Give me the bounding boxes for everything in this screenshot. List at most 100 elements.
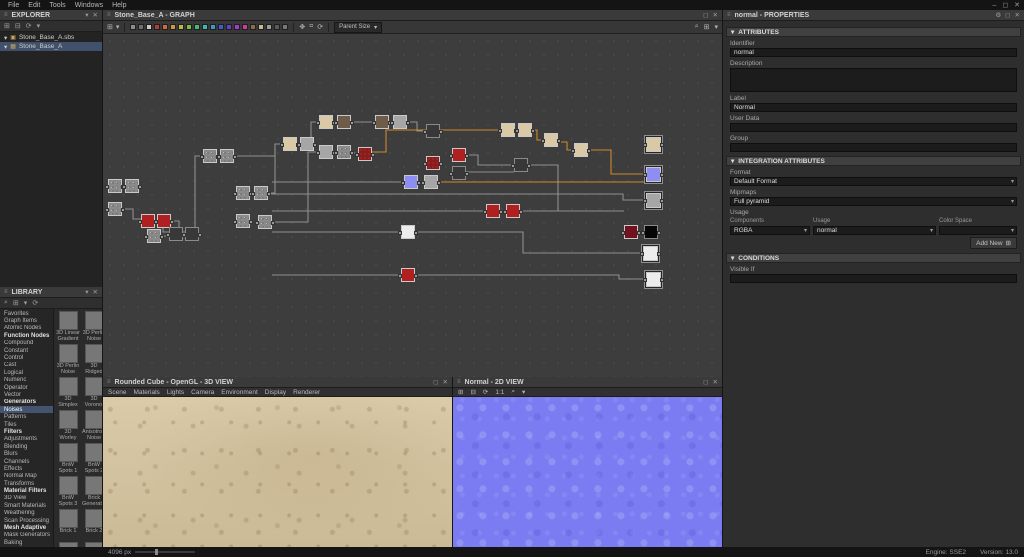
atomic-node-shortcut[interactable] (178, 24, 185, 30)
graph-node[interactable] (217, 149, 237, 163)
library-category[interactable]: Function Nodes (0, 332, 53, 339)
library-category[interactable]: Blurs (0, 450, 53, 457)
library-category[interactable]: Logical (0, 369, 53, 376)
atomic-node-shortcut[interactable] (146, 24, 153, 30)
graph-node[interactable] (105, 202, 125, 216)
library-thumbnail[interactable]: BnW Spots 3 (56, 476, 80, 507)
library-thumbnail[interactable]: 3D Worley Noise (56, 410, 80, 441)
view-3d-menu-item[interactable]: Lights (167, 389, 184, 396)
graph-node[interactable] (138, 214, 158, 228)
menu-item[interactable]: Help (112, 2, 126, 9)
atomic-node-shortcut[interactable] (274, 24, 281, 30)
library-category[interactable]: Weathering (0, 510, 53, 517)
atomic-node-shortcut[interactable] (266, 24, 273, 30)
view-2d-tool-icon[interactable]: ⊞ (458, 388, 463, 396)
library-category[interactable]: Vector (0, 391, 53, 398)
library-category[interactable]: Transforms (0, 480, 53, 487)
library-thumbnail[interactable]: 3D Voronoi (82, 377, 102, 408)
graph-view-icon[interactable]: ⌕ (695, 23, 699, 31)
graph-node[interactable] (233, 214, 253, 228)
graph-node[interactable] (571, 143, 591, 157)
library-category[interactable]: Favorites (0, 310, 53, 317)
explorer-tool-icon[interactable]: ⟳ (26, 22, 32, 30)
atomic-node-shortcut[interactable] (226, 24, 233, 30)
library-tool-icon[interactable]: ⊞ (13, 299, 19, 307)
library-category[interactable]: Material Filters (0, 487, 53, 494)
library-category[interactable]: Graph Items (0, 317, 53, 324)
graph-node[interactable] (643, 137, 664, 152)
graph-node[interactable] (643, 167, 664, 182)
atomic-node-shortcut[interactable] (138, 24, 145, 30)
graph-node[interactable] (334, 115, 354, 129)
expand-caret-icon[interactable]: ▾ (4, 43, 7, 51)
library-category[interactable]: Generators (0, 399, 53, 406)
library-thumbnail[interactable]: Brick Generator (82, 476, 102, 507)
graph-view-icon[interactable]: ▾ (714, 23, 718, 31)
graph-node[interactable] (483, 204, 503, 218)
tree-item[interactable]: ▾ ▣ Stone_Base_A.sbs (0, 33, 102, 42)
graph-node[interactable] (503, 204, 523, 218)
graph-node[interactable] (251, 186, 271, 200)
graph-node[interactable] (643, 272, 664, 287)
close-icon[interactable]: ✕ (443, 378, 448, 386)
graph-tool-icon[interactable]: ✥ (299, 23, 305, 31)
library-category[interactable]: Normal Map (0, 473, 53, 480)
menu-item[interactable]: Windows (75, 2, 103, 9)
atomic-node-shortcut[interactable] (242, 24, 249, 30)
atomic-node-shortcut[interactable] (234, 24, 241, 30)
atomic-node-shortcut[interactable] (210, 24, 217, 30)
graph-tool-icon[interactable]: ⟳ (317, 23, 323, 31)
graph-node[interactable] (423, 124, 443, 138)
atomic-node-shortcut[interactable] (194, 24, 201, 30)
library-thumbnail[interactable]: BnW Spots 2 (82, 443, 102, 474)
library-thumbnail[interactable]: 3D Perlin Noise (82, 311, 102, 342)
close-icon[interactable]: ✕ (93, 11, 98, 19)
close-icon[interactable]: ✕ (713, 11, 718, 19)
view-3d-menu-item[interactable]: Camera (191, 389, 214, 396)
view-3d-menu-item[interactable]: Environment (221, 389, 258, 396)
library-thumbnail[interactable]: Brick 2 (82, 509, 102, 540)
view-3d-menu-item[interactable]: Materials (133, 389, 159, 396)
view-2d-viewport[interactable] (453, 397, 722, 547)
library-category[interactable]: Control (0, 354, 53, 361)
graph-node[interactable] (316, 115, 336, 129)
close-icon[interactable]: ✕ (713, 378, 718, 386)
library-tool-icon[interactable]: ⟳ (32, 299, 38, 307)
atomic-node-shortcut[interactable] (250, 24, 257, 30)
graph-node[interactable] (144, 229, 164, 243)
graph-node[interactable] (449, 148, 469, 162)
library-category[interactable]: Compound (0, 340, 53, 347)
close-icon[interactable]: ✕ (93, 288, 98, 296)
window-control-button[interactable]: – (992, 2, 996, 9)
explorer-tool-icon[interactable]: ⊞ (4, 22, 10, 30)
usage-colorspace-select[interactable] (939, 226, 1017, 235)
atomic-node-shortcut[interactable] (282, 24, 289, 30)
graph-node[interactable] (621, 225, 641, 239)
library-category[interactable]: Adjustments (0, 436, 53, 443)
property-value-field[interactable]: Full pyramid (730, 197, 1017, 206)
library-category[interactable]: Tiles (0, 421, 53, 428)
library-category[interactable]: Patterns (0, 413, 53, 420)
atomic-node-shortcut[interactable] (170, 24, 177, 30)
atomic-node-shortcut[interactable] (258, 24, 265, 30)
library-category[interactable]: Operator (0, 384, 53, 391)
graph-tool-icon[interactable]: ⌗ (309, 23, 313, 31)
library-category[interactable]: Numeric (0, 377, 53, 384)
graph-node[interactable] (280, 137, 300, 151)
library-thumbnail[interactable]: 3D Perlin Noise Fractal (56, 344, 80, 375)
graph-node[interactable] (105, 179, 125, 193)
property-value-field[interactable] (730, 123, 1017, 132)
graph-canvas[interactable] (103, 34, 722, 377)
graph-node[interactable] (449, 166, 469, 180)
menu-item[interactable]: Tools (49, 2, 65, 9)
graph-node[interactable] (122, 179, 142, 193)
float-panel-icon[interactable]: ◻ (433, 378, 438, 386)
library-category[interactable]: Mask Generators (0, 532, 53, 539)
graph-node[interactable] (334, 145, 354, 159)
window-control-button[interactable]: ✕ (1014, 1, 1020, 9)
graph-node[interactable] (297, 137, 317, 151)
graph-node[interactable] (233, 186, 253, 200)
panel-menu-icon[interactable]: ▾ (85, 11, 88, 19)
view-3d-menu-item[interactable]: Scene (108, 389, 126, 396)
library-thumbnail[interactable]: 3D Linear Gradient (56, 311, 80, 342)
